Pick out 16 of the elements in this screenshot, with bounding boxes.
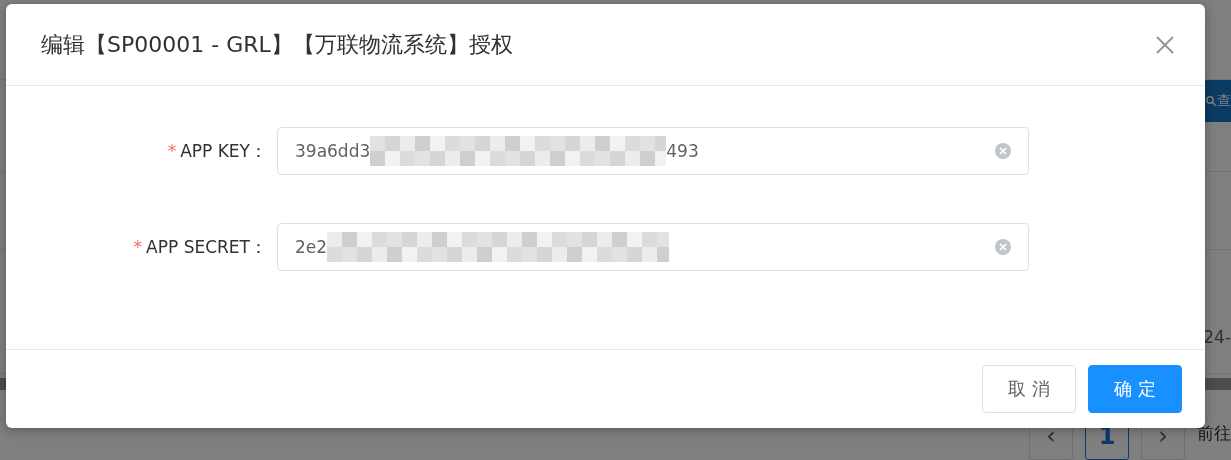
field-label: APP KEY： [180, 140, 267, 161]
clear-icon[interactable] [994, 142, 1012, 160]
cancel-button[interactable]: 取 消 [982, 365, 1076, 413]
close-button[interactable] [1155, 34, 1175, 55]
input-field[interactable]: 39a6dd3 493 [277, 127, 1029, 175]
close-icon [1155, 34, 1175, 55]
search-button[interactable]: 查 [1205, 80, 1231, 122]
required-mark: * [133, 236, 143, 257]
goto-label: 前往 [1197, 422, 1231, 445]
clear-icon[interactable] [994, 238, 1012, 256]
input-field[interactable]: 2e2 [277, 223, 1029, 271]
confirm-button[interactable]: 确 定 [1088, 365, 1182, 413]
required-mark: * [167, 140, 177, 161]
dialog-title: 编辑【SP00001 - GRL】【万联物流系统】授权 [41, 30, 513, 59]
field-label: APP SECRET： [146, 236, 267, 257]
table-cell: 24- [1203, 327, 1231, 347]
